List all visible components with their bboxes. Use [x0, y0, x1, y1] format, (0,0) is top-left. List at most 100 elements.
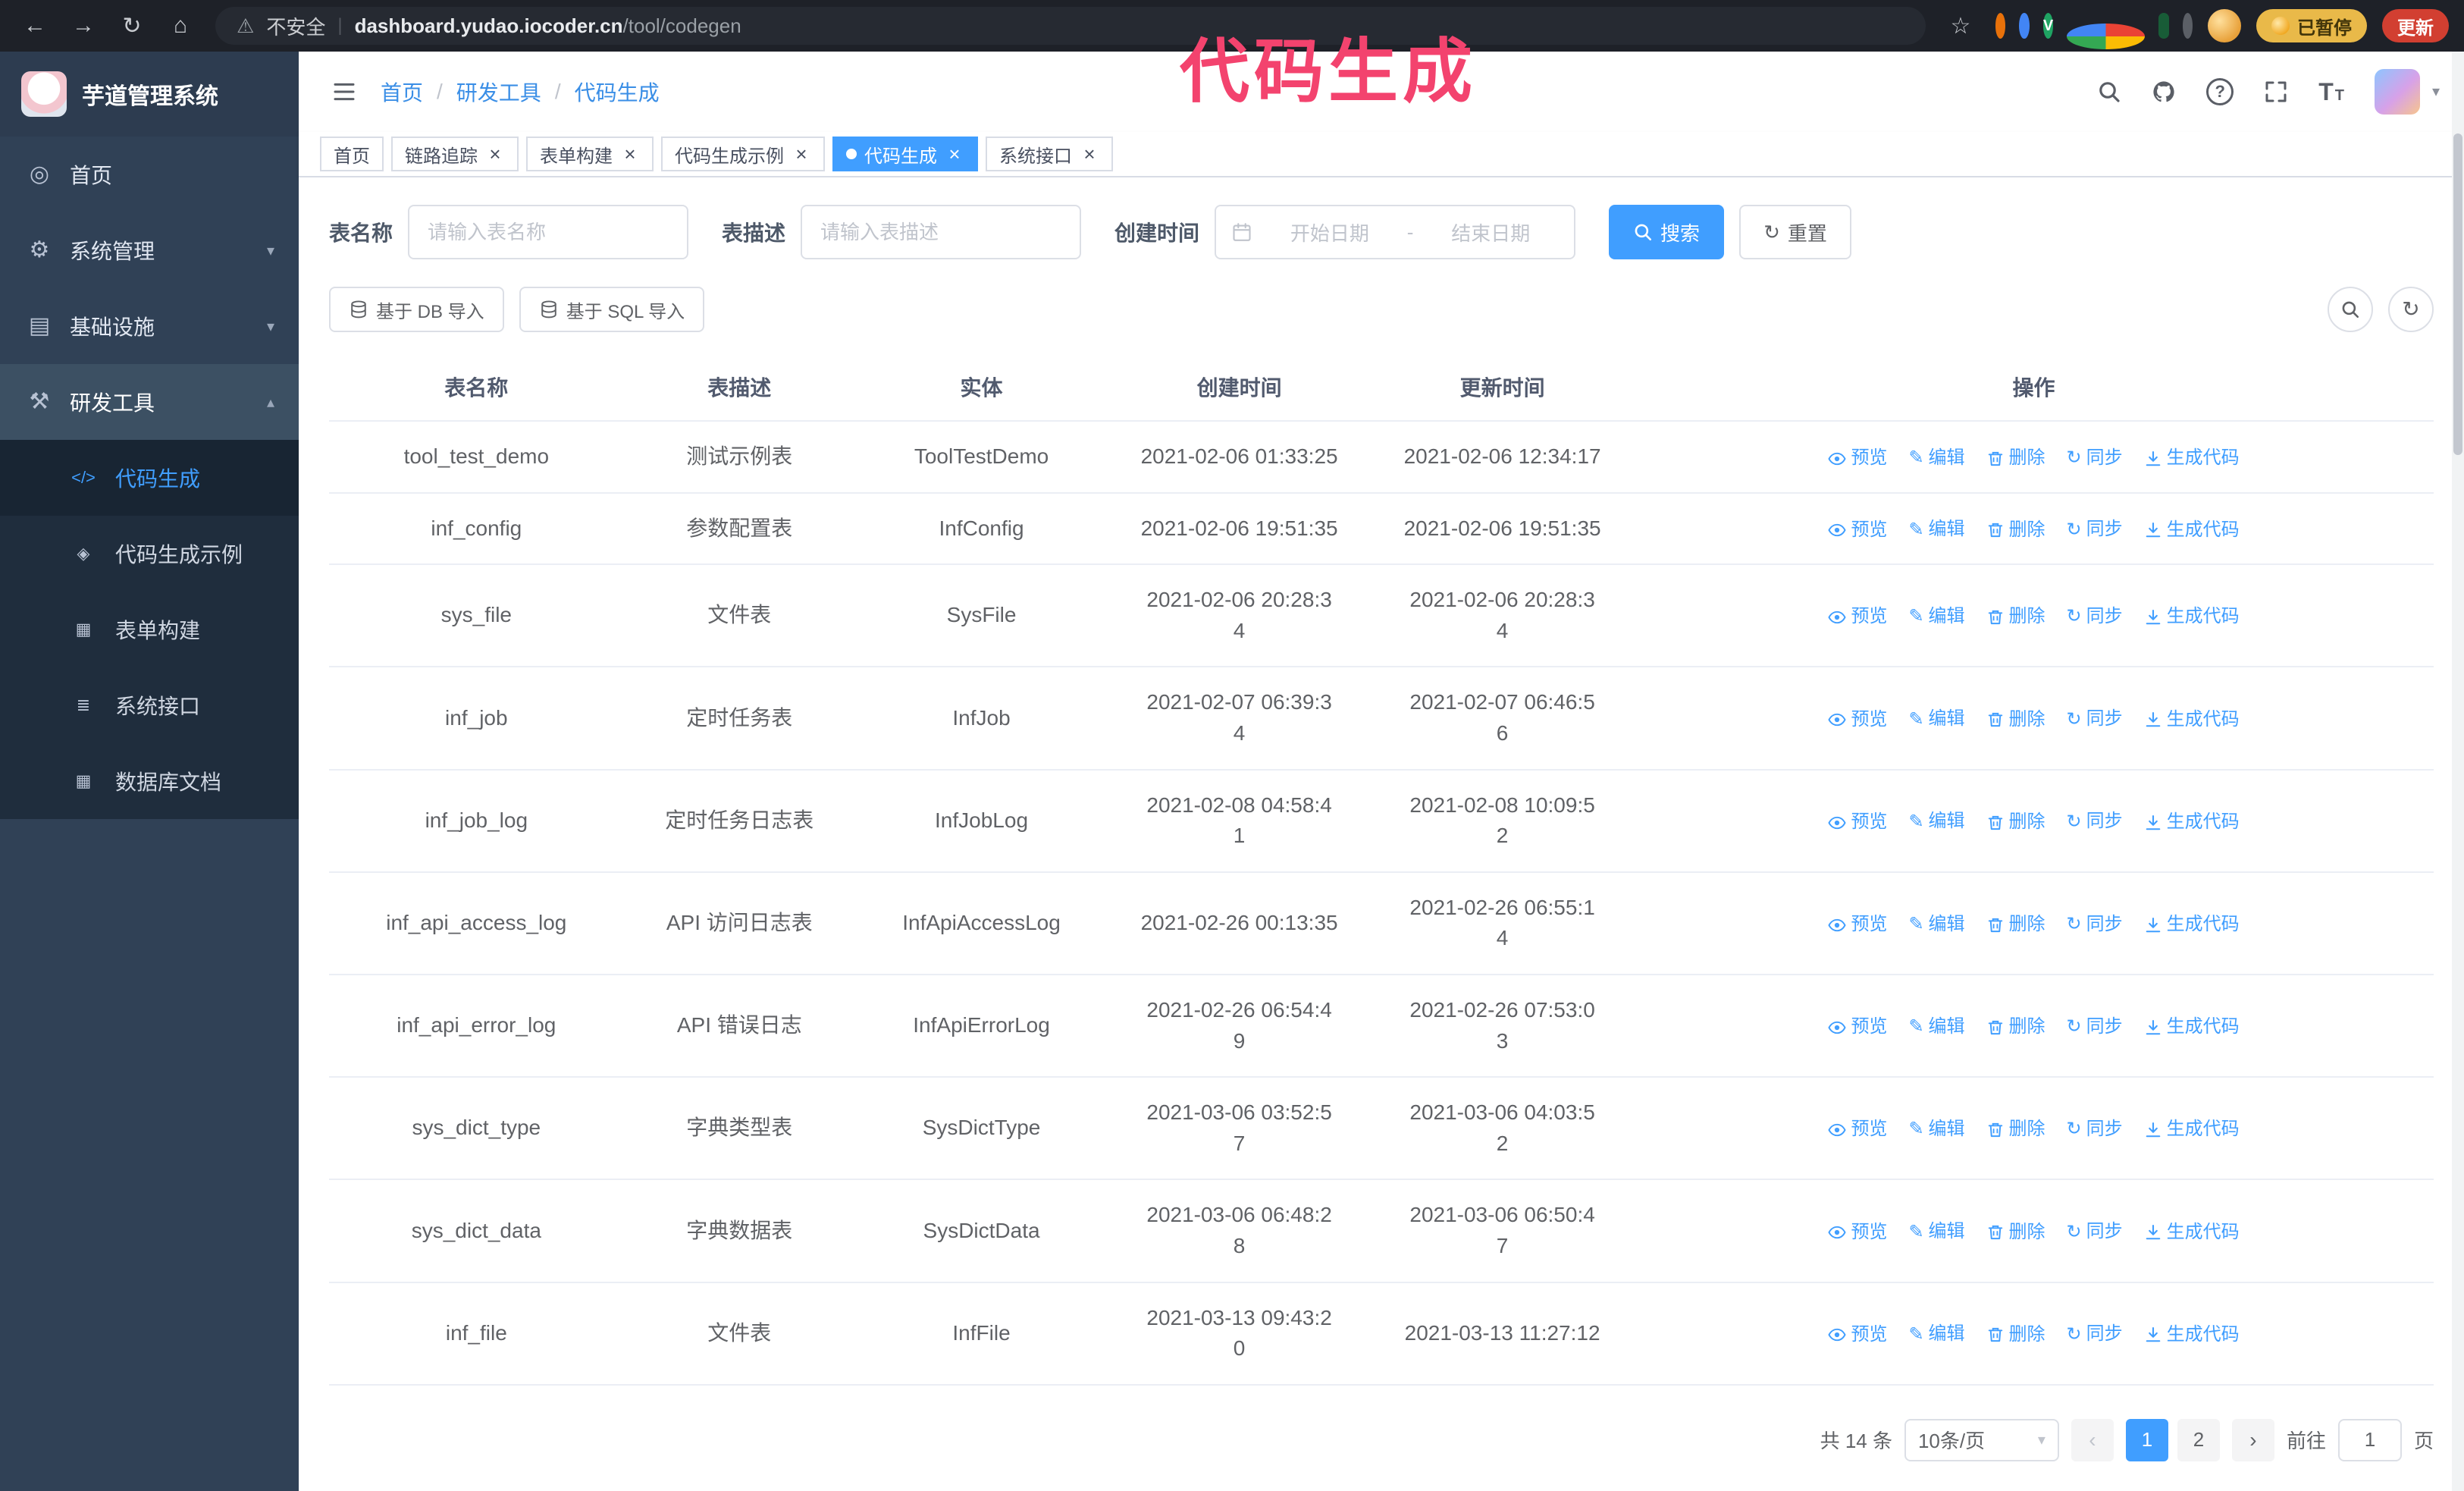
fullscreen-icon[interactable]: [2264, 80, 2288, 104]
extension-icon[interactable]: [1995, 13, 2006, 39]
breadcrumb-item[interactable]: 首页: [381, 77, 423, 107]
action-link[interactable]: ↻ 同步: [2067, 1321, 2123, 1348]
start-date-placeholder[interactable]: 开始日期: [1262, 218, 1398, 246]
action-link[interactable]: ✎ 编辑: [1908, 516, 1964, 543]
action-link[interactable]: ✎ 编辑: [1908, 604, 1964, 630]
action-link[interactable]: 预览: [1828, 1322, 1887, 1348]
collapse-menu-icon[interactable]: [323, 71, 365, 113]
reset-button[interactable]: ↻ 重置: [1739, 205, 1851, 259]
app-logo[interactable]: 芋道管理系统: [0, 52, 299, 137]
extension-icon[interactable]: [2182, 13, 2193, 39]
address-bar[interactable]: ⚠ 不安全 | dashboard.yudao.iocoder.cn/tool/…: [215, 7, 1926, 45]
browser-profile-avatar[interactable]: [2208, 9, 2241, 42]
action-link[interactable]: 生成代码: [2144, 809, 2240, 836]
search-button[interactable]: 搜索: [1609, 205, 1725, 259]
page-size-select[interactable]: 10条/页 ▾: [1904, 1418, 2059, 1461]
back-icon[interactable]: ←: [15, 6, 55, 46]
action-link[interactable]: 生成代码: [2144, 1219, 2240, 1246]
action-link[interactable]: 删除: [1986, 517, 2045, 544]
sidebar-item[interactable]: ⚒ 研发工具 ▴: [0, 364, 299, 440]
refresh-table-button[interactable]: ↻: [2388, 287, 2434, 332]
sidebar-item[interactable]: ⚙ 系统管理 ▾: [0, 212, 299, 288]
tab-close-icon[interactable]: ×: [485, 144, 505, 164]
action-link[interactable]: 预览: [1828, 1219, 1887, 1246]
action-link[interactable]: ↻ 同步: [2067, 1014, 2123, 1041]
import-sql-button[interactable]: 基于 SQL 导入: [519, 287, 705, 332]
action-link[interactable]: 生成代码: [2144, 912, 2240, 938]
action-link[interactable]: ✎ 编辑: [1908, 808, 1964, 835]
action-link[interactable]: ✎ 编辑: [1908, 1014, 1964, 1041]
action-link[interactable]: ✎ 编辑: [1908, 1321, 1964, 1348]
action-link[interactable]: 删除: [1986, 1014, 2045, 1041]
extension-icon[interactable]: V: [2042, 13, 2054, 39]
tab-close-icon[interactable]: ×: [1080, 144, 1099, 164]
action-link[interactable]: 删除: [1986, 1322, 2045, 1348]
sidebar-subitem[interactable]: </> 代码生成: [0, 440, 299, 516]
action-link[interactable]: 预览: [1828, 445, 1887, 472]
view-tab[interactable]: 系统接口 ×: [986, 137, 1113, 171]
action-link[interactable]: 删除: [1986, 912, 2045, 938]
sidebar-subitem[interactable]: ≣ 系统接口: [0, 667, 299, 743]
action-link[interactable]: ✎ 编辑: [1908, 445, 1964, 472]
user-avatar[interactable]: [2374, 69, 2420, 115]
action-link[interactable]: ✎ 编辑: [1908, 912, 1964, 938]
help-icon[interactable]: ?: [2206, 78, 2234, 105]
view-tab[interactable]: 首页: [320, 137, 384, 171]
action-link[interactable]: 生成代码: [2144, 1014, 2240, 1041]
view-tab[interactable]: 代码生成 ×: [832, 137, 978, 171]
action-link[interactable]: 预览: [1828, 1116, 1887, 1143]
sidebar-subitem[interactable]: ◈ 代码生成示例: [0, 516, 299, 592]
action-link[interactable]: 生成代码: [2144, 1322, 2240, 1348]
action-link[interactable]: 预览: [1828, 707, 1887, 733]
view-tab[interactable]: 链路追踪 ×: [391, 137, 519, 171]
action-link[interactable]: ↻ 同步: [2067, 808, 2123, 835]
action-link[interactable]: 生成代码: [2144, 1116, 2240, 1143]
sidebar-item[interactable]: ◎ 首页: [0, 137, 299, 212]
action-link[interactable]: ↻ 同步: [2067, 604, 2123, 630]
scrollbar-thumb[interactable]: [2453, 133, 2462, 455]
next-page-button[interactable]: ›: [2231, 1418, 2274, 1461]
action-link[interactable]: 预览: [1828, 1014, 1887, 1041]
font-size-icon[interactable]: TT: [2318, 80, 2344, 104]
view-tab[interactable]: 表单构建 ×: [526, 137, 654, 171]
github-icon[interactable]: [2152, 80, 2176, 104]
view-tab[interactable]: 代码生成示例 ×: [661, 137, 825, 171]
paused-badge[interactable]: 已暂停: [2256, 9, 2367, 42]
bookmark-star-icon[interactable]: ☆: [1941, 6, 1980, 46]
search-icon[interactable]: [2097, 80, 2121, 104]
table-desc-input[interactable]: [801, 205, 1082, 259]
update-button[interactable]: 更新: [2382, 9, 2449, 42]
action-link[interactable]: ↻ 同步: [2067, 706, 2123, 733]
action-link[interactable]: 删除: [1986, 1116, 2045, 1143]
breadcrumb-item[interactable]: 代码生成: [575, 77, 660, 107]
toggle-search-button[interactable]: [2328, 287, 2373, 332]
action-link[interactable]: 删除: [1986, 604, 2045, 630]
tab-close-icon[interactable]: ×: [945, 144, 964, 164]
action-link[interactable]: ↻ 同步: [2067, 1116, 2123, 1143]
end-date-placeholder[interactable]: 结束日期: [1422, 218, 1559, 246]
action-link[interactable]: ✎ 编辑: [1908, 1219, 1964, 1245]
action-link[interactable]: ✎ 编辑: [1908, 1116, 1964, 1143]
forward-icon[interactable]: →: [64, 6, 103, 46]
action-link[interactable]: ↻ 同步: [2067, 912, 2123, 938]
sidebar-subitem[interactable]: ▦ 表单构建: [0, 592, 299, 667]
action-link[interactable]: 删除: [1986, 445, 2045, 472]
date-range-picker[interactable]: 开始日期 - 结束日期: [1215, 205, 1576, 259]
extension-icon[interactable]: [2019, 13, 2030, 39]
action-link[interactable]: 生成代码: [2144, 604, 2240, 630]
table-name-input[interactable]: [408, 205, 689, 259]
breadcrumb-item[interactable]: 研发工具: [456, 77, 541, 107]
action-link[interactable]: ✎ 编辑: [1908, 706, 1964, 733]
scrollbar-track[interactable]: [2452, 52, 2464, 1491]
action-link[interactable]: 预览: [1828, 809, 1887, 836]
action-link[interactable]: ↻ 同步: [2067, 445, 2123, 472]
page-number-button[interactable]: 2: [2177, 1418, 2220, 1461]
avatar-caret-icon[interactable]: ▾: [2432, 84, 2440, 99]
extension-icon[interactable]: [2067, 24, 2146, 49]
action-link[interactable]: 删除: [1986, 809, 2045, 836]
sidebar-item[interactable]: ▤ 基础设施 ▾: [0, 288, 299, 364]
action-link[interactable]: 预览: [1828, 604, 1887, 630]
tab-close-icon[interactable]: ×: [620, 144, 640, 164]
prev-page-button[interactable]: ‹: [2071, 1418, 2114, 1461]
action-link[interactable]: 删除: [1986, 1219, 2045, 1246]
